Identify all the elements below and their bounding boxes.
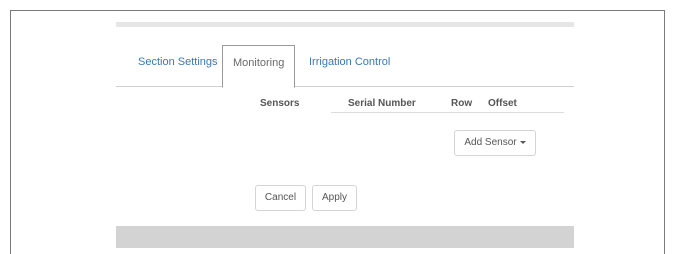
tab-monitoring[interactable]: Monitoring (222, 45, 296, 88)
column-header-row: Row (451, 98, 473, 109)
cancel-button[interactable]: Cancel (255, 185, 306, 211)
table-header-underline (331, 112, 564, 113)
settings-panel: Section Settings Monitoring Irrigation C… (116, 22, 574, 248)
caret-down-icon (519, 140, 526, 144)
tab-monitoring-label: Monitoring (233, 57, 285, 69)
tab-section-settings[interactable]: Section Settings (128, 45, 228, 87)
add-sensor-label: Add Sensor (464, 137, 517, 148)
sensors-heading: Sensors (260, 98, 300, 109)
tabs-divider (116, 86, 574, 87)
panel-top-bar (116, 22, 574, 27)
column-header-offset: Offset (488, 98, 517, 109)
apply-button[interactable]: Apply (312, 185, 357, 211)
column-header-serial-number: Serial Number (348, 98, 416, 109)
tab-irrigation-control-label: Irrigation Control (309, 56, 391, 68)
add-sensor-button[interactable]: Add Sensor (454, 130, 536, 156)
tab-section-settings-label: Section Settings (138, 56, 218, 68)
panel-footer-bar (116, 226, 574, 248)
tab-irrigation-control[interactable]: Irrigation Control (299, 45, 400, 87)
